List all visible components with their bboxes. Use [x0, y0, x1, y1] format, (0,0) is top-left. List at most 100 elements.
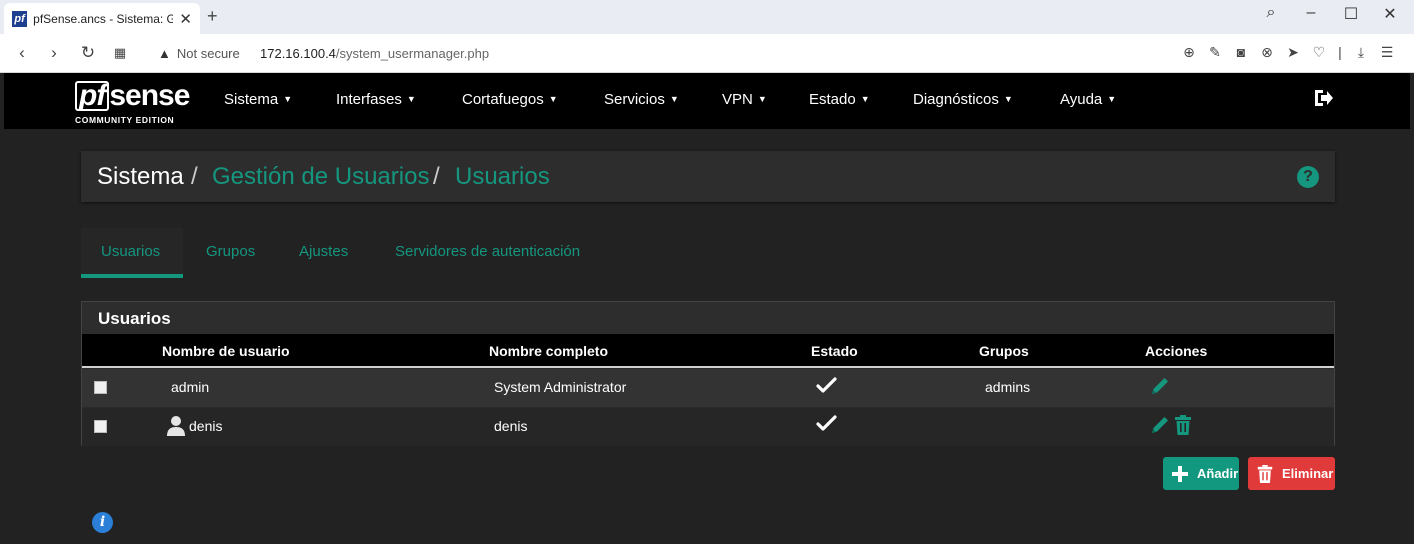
nav-item-label: VPN — [722, 91, 753, 108]
column-header-status[interactable]: Estado — [811, 343, 858, 359]
block-icon[interactable]: ⊗ — [1258, 43, 1276, 61]
security-label: Not secure — [176, 46, 240, 61]
users-panel: Usuarios Nombre de usuario Nombre comple… — [81, 301, 1335, 446]
tab-grid-icon[interactable]: ▦ — [110, 45, 130, 61]
browser-tabstrip: pf pfSense.ancs - Sistema: Gestión ✕ + ⌕… — [0, 0, 1414, 34]
send-icon[interactable]: ➤ — [1284, 43, 1302, 61]
close-tab-icon[interactable]: ✕ — [179, 10, 192, 28]
nav-item-ayuda[interactable]: Ayuda ▼ — [1060, 91, 1116, 108]
info-icon[interactable]: i — [92, 512, 113, 533]
back-icon[interactable]: ‹ — [12, 43, 32, 63]
url-path: /system_usermanager.php — [335, 46, 490, 61]
tab-ajustes[interactable]: Ajustes — [299, 243, 348, 260]
trash-icon[interactable] — [1172, 414, 1194, 436]
separator: | — [1338, 44, 1342, 60]
nav-item-vpn[interactable]: VPN ▼ — [722, 91, 767, 108]
url-host: 172.16.100.4 — [260, 46, 336, 61]
help-icon[interactable]: ? — [1297, 166, 1319, 188]
maximize-icon[interactable]: ☐ — [1341, 4, 1361, 24]
table-header: Nombre de usuario Nombre completo Estado… — [82, 334, 1334, 368]
caret-down-icon: ▼ — [406, 94, 416, 104]
caret-down-icon: ▼ — [860, 94, 870, 104]
plus-icon — [1172, 465, 1188, 482]
edit-page-icon[interactable]: ✎ — [1206, 43, 1224, 61]
tab-usuarios[interactable]: Usuarios — [101, 243, 160, 260]
url-field[interactable]: 172.16.100.4/system_usermanager.php — [260, 46, 489, 61]
address-bar: ‹ › ↻ ▦ ▲ Not secure 172.16.100.4/system… — [0, 34, 1414, 73]
column-header-fullname[interactable]: Nombre completo — [489, 343, 608, 359]
download-icon[interactable]: ⤓ — [1352, 43, 1370, 61]
nav-item-servicios[interactable]: Servicios ▼ — [604, 91, 679, 108]
nav-item-estado[interactable]: Estado ▼ — [809, 91, 870, 108]
row-select-checkbox[interactable] — [94, 381, 107, 394]
breadcrumb-separator: / — [433, 163, 440, 190]
pfsense-logo[interactable]: pf sense COMMUNITY EDITION — [75, 79, 195, 125]
panel-heading: Usuarios — [82, 302, 1334, 334]
zoom-icon[interactable]: ⊕ — [1180, 43, 1198, 61]
delete-button-label: Eliminar — [1282, 466, 1334, 481]
breadcrumb-separator: / — [191, 163, 198, 190]
breadcrumb-link-gestion[interactable]: Gestión de Usuarios — [212, 163, 429, 191]
breadcrumb: Sistema / Gestión de Usuarios / Usuarios… — [81, 151, 1335, 202]
tab-servidores-autenticacion[interactable]: Servidores de autenticación — [395, 243, 580, 260]
new-tab-button[interactable]: + — [207, 6, 218, 27]
caret-down-icon: ▼ — [757, 94, 767, 104]
close-window-icon[interactable]: ✕ — [1380, 4, 1400, 24]
forward-icon[interactable]: › — [44, 43, 64, 63]
address-bar-tools: ⊕ ✎ ◙ ⊗ ➤ ♡ | ⤓ ☰ — [1180, 43, 1396, 61]
column-header-username[interactable]: Nombre de usuario — [162, 343, 290, 359]
settings-menu-icon[interactable]: ☰ — [1378, 43, 1396, 61]
security-indicator[interactable]: ▲ Not secure — [158, 46, 240, 61]
fullname-cell: System Administrator — [494, 379, 627, 395]
breadcrumb-root: Sistema — [97, 163, 184, 190]
browser-tab[interactable]: pf pfSense.ancs - Sistema: Gestión ✕ — [4, 3, 200, 34]
logo-edition: COMMUNITY EDITION — [75, 115, 175, 125]
fullname-cell: denis — [494, 418, 528, 434]
logout-icon[interactable] — [1312, 87, 1334, 109]
active-tab-indicator — [81, 274, 183, 278]
search-tabs-icon[interactable]: ⌕ — [1261, 4, 1281, 22]
table-row: admin System Administrator admins — [82, 369, 1334, 407]
nav-item-label: Ayuda — [1060, 91, 1103, 108]
panel-title: Usuarios — [98, 309, 171, 328]
nav-item-label: Diagnósticos — [913, 91, 999, 108]
caret-down-icon: ▼ — [1003, 94, 1013, 104]
enabled-check-icon — [816, 377, 837, 393]
nav-item-sistema[interactable]: Sistema ▼ — [224, 91, 292, 108]
nav-item-label: Interfases — [336, 91, 402, 108]
delete-users-button[interactable]: Eliminar — [1248, 457, 1335, 490]
add-user-button[interactable]: Añadir — [1163, 457, 1239, 490]
screenshot-icon[interactable]: ◙ — [1232, 43, 1250, 61]
nav-item-label: Estado — [809, 91, 856, 108]
warning-icon: ▲ — [158, 46, 171, 61]
caret-down-icon: ▼ — [283, 94, 293, 104]
column-header-actions: Acciones — [1145, 343, 1208, 359]
table-row: denis denis — [82, 408, 1334, 446]
add-button-label: Añadir — [1197, 466, 1239, 481]
nav-item-label: Servicios — [604, 91, 665, 108]
nav-item-diagnosticos[interactable]: Diagnósticos ▼ — [913, 91, 1013, 108]
minimize-icon[interactable]: – — [1301, 4, 1321, 22]
edit-pencil-icon[interactable] — [1149, 414, 1171, 436]
logo-pf: pf — [75, 81, 110, 111]
tab-grupos[interactable]: Grupos — [206, 243, 255, 260]
caret-down-icon: ▼ — [1107, 94, 1117, 104]
heart-icon[interactable]: ♡ — [1310, 43, 1328, 61]
enabled-check-icon — [816, 415, 837, 431]
caret-down-icon: ▼ — [548, 94, 558, 104]
column-header-groups[interactable]: Grupos — [979, 343, 1029, 359]
row-select-checkbox[interactable] — [94, 420, 107, 433]
nav-item-label: Cortafuegos — [462, 91, 544, 108]
breadcrumb-link-usuarios[interactable]: Usuarios — [455, 163, 550, 191]
caret-down-icon: ▼ — [669, 94, 679, 104]
pfsense-favicon-icon: pf — [12, 10, 28, 27]
main-navbar: pf sense COMMUNITY EDITION Sistema ▼ Inter… — [4, 73, 1410, 129]
browser-tab-title: pfSense.ancs - Sistema: Gestión — [33, 11, 174, 26]
user-icon — [167, 416, 185, 436]
reload-icon[interactable]: ↻ — [78, 43, 98, 63]
groups-cell: admins — [985, 379, 1031, 395]
nav-item-interfases[interactable]: Interfases ▼ — [336, 91, 416, 108]
edit-pencil-icon[interactable] — [1149, 375, 1171, 397]
trash-icon — [1257, 464, 1273, 483]
nav-item-cortafuegos[interactable]: Cortafuegos ▼ — [462, 91, 558, 108]
